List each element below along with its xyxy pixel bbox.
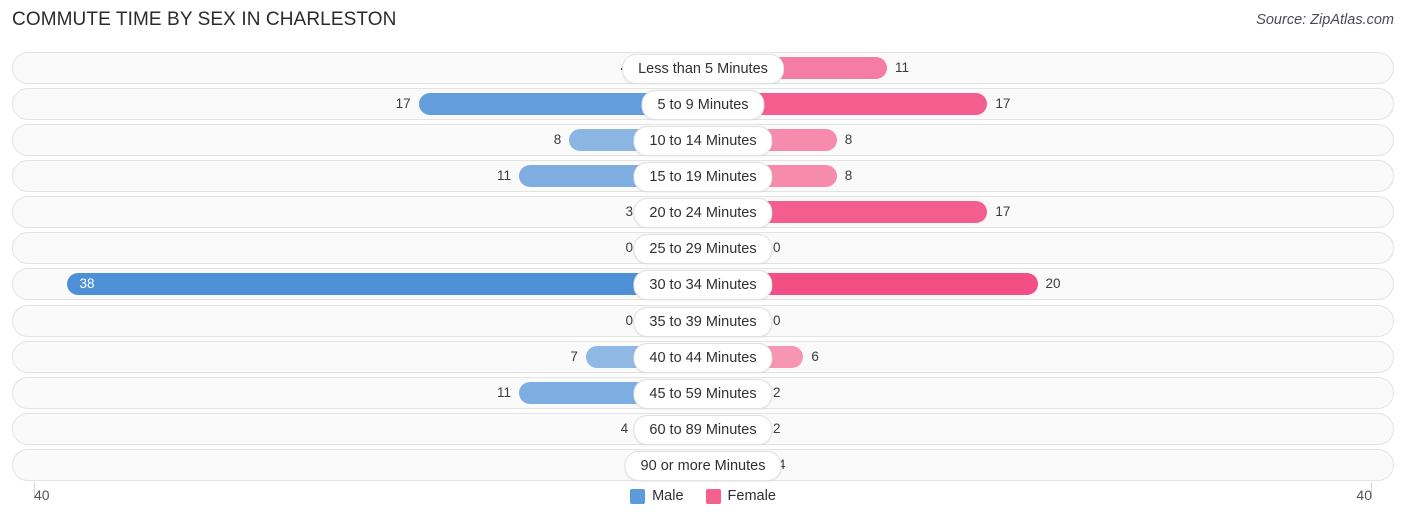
female-half: 2 (703, 377, 1372, 409)
male-half: 3 (34, 196, 703, 228)
category-label: 45 to 59 Minutes (633, 378, 773, 409)
legend-label-male: Male (652, 488, 684, 504)
male-half: 0 (34, 305, 703, 337)
male-bar[interactable] (67, 273, 703, 296)
male-value-label: 0 (625, 240, 633, 256)
male-half: 3 (34, 449, 703, 481)
male-half: 38 (34, 268, 703, 300)
row-inner: 8 8 10 to 14 Minutes (34, 124, 1372, 157)
chart-row: 11 2 45 to 59 Minutes (12, 375, 1394, 411)
female-value-label: 8 (844, 168, 853, 184)
row-inner: 38 20 30 to 34 Minutes (34, 268, 1372, 301)
male-value-label: 11 (497, 168, 512, 184)
female-value-label: 6 (811, 348, 819, 364)
legend-label-female: Female (727, 488, 776, 504)
chart-row: 3 17 20 to 24 Minutes (12, 194, 1394, 230)
row-inner: 4 11 Less than 5 Minutes (34, 52, 1372, 84)
plot-area: 4 11 Less than 5 Minutes 17 17 5 to 9 Minutes… (12, 50, 1394, 483)
row-inner: 7 6 40 to 44 Minutes (34, 341, 1372, 373)
row-inner: 0 0 35 to 39 Minutes (34, 305, 1372, 337)
female-half: 0 (703, 305, 1372, 337)
category-label: 35 to 39 Minutes (633, 306, 773, 337)
chart-row: 38 20 30 to 34 Minutes (12, 266, 1394, 302)
female-half: 11 (703, 52, 1372, 84)
chart-row: 11 8 15 to 19 Minutes (12, 158, 1394, 194)
commute-time-chart: COMMUTE TIME BY SEX IN CHARLESTON Source… (0, 0, 1406, 523)
female-color-swatch (705, 488, 721, 504)
female-value-label: 17 (995, 96, 1011, 112)
male-value-label: 3 (625, 204, 633, 220)
category-label: 40 to 44 Minutes (633, 342, 773, 373)
chart-row: 3490 or more Minutes (12, 447, 1394, 483)
chart-row: 4 11 Less than 5 Minutes (12, 50, 1394, 86)
row-inner: 3490 or more Minutes (34, 449, 1372, 481)
male-value-label: 17 (395, 96, 411, 112)
female-value-label: 2 (773, 384, 781, 400)
legend-item-male[interactable]: Male (630, 488, 684, 504)
category-label: 20 to 24 Minutes (633, 198, 773, 229)
chart-footer: 40 40 Male Female (12, 482, 1394, 518)
male-half: 11 (34, 377, 703, 409)
row-inner: 3 17 20 to 24 Minutes (34, 196, 1372, 229)
female-value-label: 17 (995, 204, 1011, 220)
male-value-label: 0 (625, 312, 633, 328)
female-value-label: 2 (773, 420, 781, 436)
category-label: 5 to 9 Minutes (641, 90, 765, 121)
row-inner: 11 2 45 to 59 Minutes (34, 377, 1372, 409)
category-label: 60 to 89 Minutes (633, 414, 773, 445)
source-attribution: Source: ZipAtlas.com (1256, 12, 1394, 28)
category-label: 10 to 14 Minutes (633, 126, 773, 157)
female-value-label: 0 (773, 312, 781, 328)
row-inner: 0 0 25 to 29 Minutes (34, 232, 1372, 265)
female-value-label: 20 (1045, 276, 1061, 292)
category-label: 15 to 19 Minutes (633, 162, 773, 193)
chart-row: 8 8 10 to 14 Minutes (12, 122, 1394, 158)
male-value-label: 11 (497, 384, 512, 400)
male-color-swatch (630, 488, 646, 504)
row-inner: 11 8 15 to 19 Minutes (34, 160, 1372, 193)
legend-item-female[interactable]: Female (705, 488, 776, 504)
female-half: 8 (703, 124, 1372, 156)
chart-row: 17 17 5 to 9 Minutes (12, 86, 1394, 122)
female-half: 2 (703, 413, 1372, 445)
male-half: 7 (34, 341, 703, 373)
chart-row: 0 0 25 to 29 Minutes (12, 230, 1394, 266)
male-half: 4 (34, 413, 703, 445)
male-value-label: 4 (620, 420, 629, 436)
female-value-label: 11 (894, 60, 909, 75)
chart-row: 0 0 35 to 39 Minutes (12, 303, 1394, 339)
male-half: 4 (34, 52, 703, 84)
male-value-label: 8 (553, 132, 562, 148)
female-half: 6 (703, 341, 1372, 373)
female-half: 0 (703, 232, 1372, 264)
row-inner: 17 17 5 to 9 Minutes (34, 88, 1372, 121)
male-half: 0 (34, 232, 703, 264)
female-half: 17 (703, 196, 1372, 228)
female-value-label: 0 (773, 240, 781, 256)
female-half: 8 (703, 160, 1372, 192)
chart-row: 7 6 40 to 44 Minutes (12, 339, 1394, 375)
chart-header: COMMUTE TIME BY SEX IN CHARLESTON Source… (0, 0, 1406, 42)
row-inner: 4 2 60 to 89 Minutes (34, 413, 1372, 445)
male-half: 17 (34, 88, 703, 120)
female-half: 4 (703, 449, 1372, 481)
female-value-label: 8 (844, 132, 853, 148)
category-label: 30 to 34 Minutes (633, 270, 773, 301)
male-half: 8 (34, 124, 703, 156)
female-half: 17 (703, 88, 1372, 120)
category-label: Less than 5 Minutes (622, 54, 784, 84)
chart-legend: Male Female (12, 488, 1394, 504)
category-label: 90 or more Minutes (624, 450, 782, 481)
page-title: COMMUTE TIME BY SEX IN CHARLESTON (12, 9, 397, 30)
male-value-label: 7 (570, 348, 578, 364)
male-half: 11 (34, 160, 703, 192)
male-value-label: 38 (79, 276, 95, 292)
female-half: 20 (703, 268, 1372, 300)
category-label: 25 to 29 Minutes (633, 234, 773, 265)
chart-row: 4 2 60 to 89 Minutes (12, 411, 1394, 447)
